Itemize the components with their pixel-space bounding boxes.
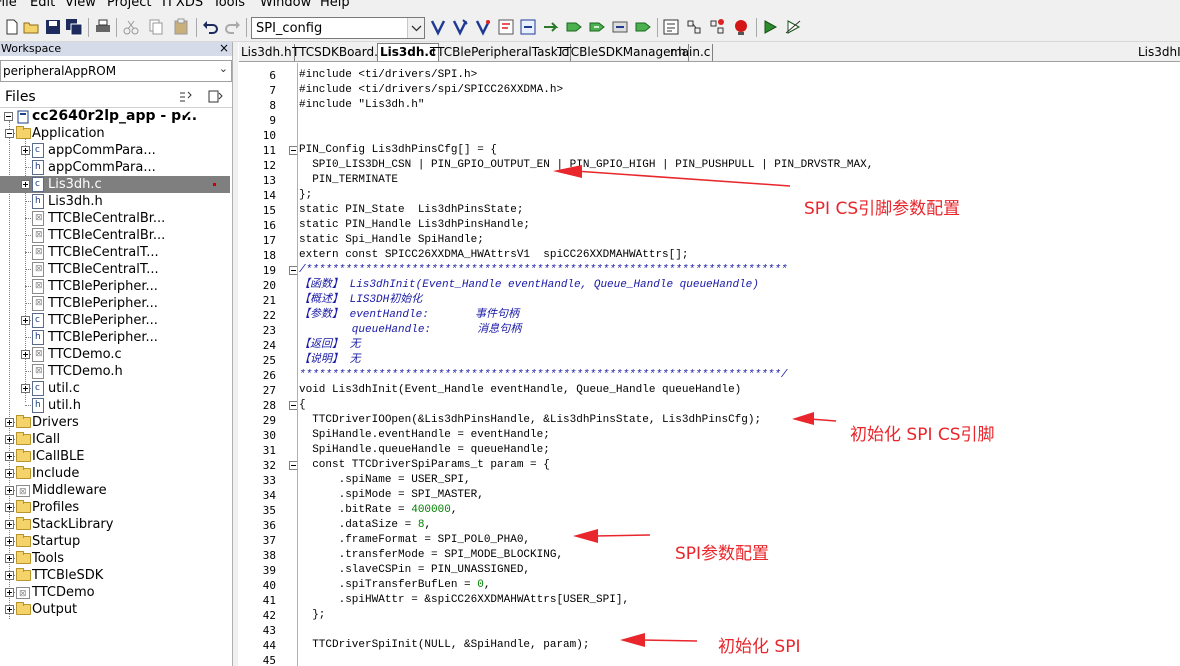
annotation-spi-cs-pin-config: SPI CS引脚参数配置 [804, 199, 961, 219]
ide-window: FileEditViewProjectTI XDSToolsWindowHelp… [0, 0, 1180, 666]
annotation-arrow-1 [553, 165, 791, 187]
annotation-arrow-4 [620, 633, 698, 647]
annotation-spi-param-config: SPI参数配置 [675, 544, 770, 564]
annotation-init-spi-cs-pin: 初始化 SPI CS引脚 [850, 425, 995, 445]
annotation-init-spi: 初始化 SPI [718, 637, 801, 657]
annotation-arrow-2 [792, 412, 837, 425]
annotation-arrow-3 [573, 529, 651, 543]
annotation-arrows [553, 165, 837, 647]
